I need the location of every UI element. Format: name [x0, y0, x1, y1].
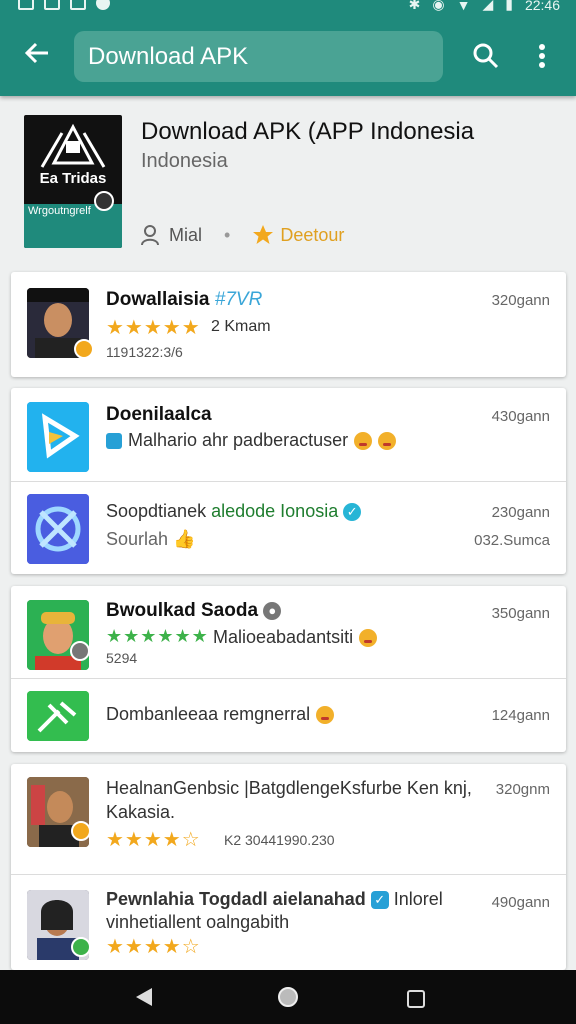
- app-size: 430gann: [491, 408, 550, 425]
- badge-icon: ●: [263, 601, 282, 620]
- verified-badge-icon: [71, 821, 91, 841]
- list-item[interactable]: HealnanGenbsic |BatgdlengeKsfurbe Ken kn…: [11, 764, 566, 874]
- app-name: Dombanleeaa remgnerral: [106, 704, 335, 725]
- app-size: 230gann: [491, 504, 550, 521]
- app-size: 490gann: [491, 894, 550, 911]
- verified-check-icon: ✓: [370, 891, 389, 910]
- developer-name[interactable]: Deetour: [280, 225, 344, 246]
- app-thumbnail: [27, 402, 89, 472]
- app-name: Doenilaalca: [106, 404, 212, 425]
- app-subtitle: Indonesia: [141, 150, 228, 172]
- verified-badge-icon: [70, 641, 90, 661]
- app-logo[interactable]: Ea Tridas Wrgoutngrelf: [24, 115, 122, 248]
- list-item[interactable]: Doenilaalca 430gann Malhario ahr padbera…: [11, 388, 566, 481]
- verified-badge-icon: [74, 339, 94, 359]
- list-item[interactable]: Soopdtianek aledode Ionosia ✓ 230gann So…: [11, 481, 566, 574]
- app-size: 320gnm: [495, 781, 550, 798]
- list-item[interactable]: Bwoulkad Saoda ● 350gann ★★★★★★ Malioeab…: [11, 586, 566, 678]
- status-time: 22:46: [524, 0, 560, 13]
- thumbs-up-icon[interactable]: 👍: [173, 529, 195, 549]
- app-thumbnail: [27, 691, 89, 741]
- list-item[interactable]: Dowallaisia #7VR 320gann ★★★★★ 2 Kmam 11…: [11, 272, 566, 377]
- notification-icon: [70, 0, 86, 10]
- nav-home-icon[interactable]: [277, 986, 299, 1008]
- logo-text: Ea Tridas: [40, 170, 107, 187]
- status-icons-left: [18, 0, 110, 10]
- notification-icon: [96, 0, 110, 10]
- app-name: Dowallaisia #7VR: [106, 289, 263, 310]
- angry-emoji-icon: [359, 629, 378, 648]
- search-input[interactable]: Download APK: [74, 31, 443, 82]
- verified-check-icon: ✓: [343, 503, 362, 522]
- list-item[interactable]: Dombanleeaa remgnerral 124gann: [11, 678, 566, 752]
- app-thumbnail: [27, 494, 89, 564]
- search-icon[interactable]: [470, 40, 502, 72]
- notification-icon: [44, 0, 60, 10]
- logo-seal-icon: [94, 191, 114, 211]
- rating-stars: ★★★★★★: [106, 626, 209, 646]
- app-size: 350gann: [491, 605, 550, 622]
- app-description: Malhario ahr padberactuser: [106, 430, 397, 451]
- app-tag: #7VR: [214, 289, 263, 310]
- signal-icon: ◢: [482, 0, 494, 12]
- app-card: Dowallaisia #7VR 320gann ★★★★★ 2 Kmam 11…: [11, 272, 566, 377]
- checkbox-icon: [106, 433, 122, 450]
- app-name: Soopdtianek aledode Ionosia ✓: [106, 501, 362, 522]
- app-meta: Mial • Deetour: [141, 222, 344, 248]
- app-description: Malioeabadantsiti: [213, 627, 378, 648]
- angry-emoji-icon: [316, 706, 335, 725]
- app-bar: ✱ ◉ ▼ ◢ ▮ 22:46 Download APK: [0, 0, 576, 96]
- notification-icon: [18, 0, 34, 10]
- verified-badge-icon: [71, 937, 91, 957]
- app-meta-text: 1191322:3/6: [106, 344, 183, 360]
- system-nav-bar: [0, 970, 576, 1024]
- logo-emblem-icon: Ea Tridas: [40, 123, 107, 187]
- rating-stars: ★★★★☆: [106, 829, 201, 851]
- app-size: 124gann: [491, 707, 550, 724]
- nav-recents-icon[interactable]: [406, 989, 426, 1009]
- app-card: HealnanGenbsic |BatgdlengeKsfurbe Ken kn…: [11, 764, 566, 970]
- app-size: 320gann: [491, 292, 550, 309]
- app-meta-text: 5294: [106, 650, 138, 666]
- wifi-icon: ▼: [456, 0, 471, 13]
- list-item[interactable]: Pewnlahia Togdadl aielanahad ✓ Inlorel v…: [11, 874, 566, 970]
- app-card: Bwoulkad Saoda ● 350gann ★★★★★★ Malioeab…: [11, 586, 566, 752]
- app-download-count: 032.Sumca: [474, 532, 550, 549]
- status-icons-right: ✱ ◉ ▼ ◢ ▮ 22:46: [409, 0, 560, 13]
- angry-emoji-icon: [354, 432, 373, 451]
- app-name-line2: Kakasia.: [106, 802, 176, 822]
- app-meta-text: K2 30441990.230: [224, 832, 335, 848]
- back-arrow-icon[interactable]: [22, 38, 52, 68]
- nav-back-icon[interactable]: [134, 987, 154, 1007]
- vibrate-icon: ◉: [432, 0, 445, 12]
- rating-stars: ★★★★★: [106, 317, 201, 339]
- overflow-menu-icon[interactable]: [532, 40, 552, 72]
- star-icon: [253, 225, 274, 244]
- app-name: HealnanGenbsic |BatgdlengeKsfurbe Ken kn…: [106, 778, 472, 798]
- app-name: Pewnlahia Togdadl aielanahad ✓ Inlorel: [106, 889, 443, 910]
- bluetooth-icon: ✱: [408, 0, 421, 12]
- app-name-line2: vinhetiallent oalngabith: [106, 912, 290, 932]
- author-name[interactable]: Mial: [169, 225, 202, 246]
- meta-separator: •: [224, 224, 231, 245]
- logo-tagline: Wrgoutngrelf: [28, 205, 91, 217]
- app-title: Download APK (APP Indonesia: [141, 118, 475, 145]
- rating-text: 2 Kmam: [211, 318, 271, 335]
- status-bar: ✱ ◉ ▼ ◢ ▮ 22:46: [0, 0, 576, 16]
- app-source: Sourlah 👍: [106, 529, 196, 549]
- angry-emoji-icon: [378, 432, 397, 451]
- app-name-highlight: aledode Ionosia: [211, 501, 339, 521]
- person-icon: [141, 225, 159, 246]
- app-card: Doenilaalca 430gann Malhario ahr padbera…: [11, 388, 566, 574]
- rating-stars: ★★★★☆: [106, 936, 201, 958]
- battery-icon: ▮: [505, 0, 513, 12]
- app-name: Bwoulkad Saoda ●: [106, 600, 282, 622]
